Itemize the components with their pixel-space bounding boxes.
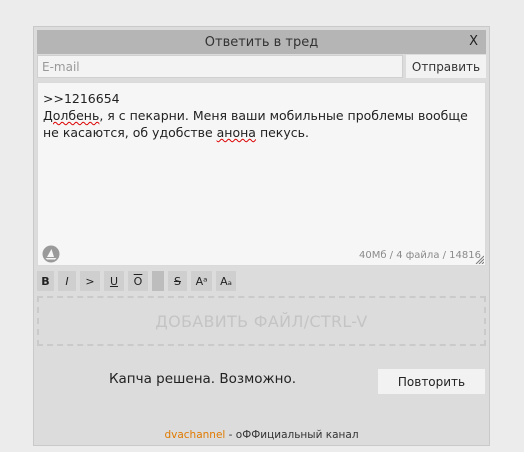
message-line-3-pre: не касаются, об удобстве (43, 125, 217, 140)
superscript-button[interactable]: Aᵃ (191, 271, 212, 291)
captcha-status: Капча решена. Возможно. (108, 371, 297, 387)
dialog-titlebar[interactable]: Ответить в тред X (37, 30, 486, 54)
bold-button[interactable]: B (37, 271, 54, 291)
email-field[interactable] (37, 55, 403, 78)
send-button[interactable]: Отправить (406, 55, 486, 78)
close-icon[interactable]: X (469, 34, 478, 49)
quote-button[interactable]: > (80, 271, 100, 291)
message-line-3-post: пекусь. (255, 125, 309, 140)
footer: dvachannel - оФФициальный канал (34, 429, 489, 441)
file-dropzone[interactable]: ДОБАВИТЬ ФАЙЛ/CTRL-V (37, 296, 486, 346)
upload-counter: 40Мб / 4 файла / 14816 (358, 250, 481, 261)
spoiler-button[interactable] (152, 271, 164, 291)
misspelled-word: анона (216, 125, 256, 140)
message-line-1: >>1216654 (43, 91, 120, 106)
dialog-title: Ответить в тред (204, 34, 319, 50)
message-line-2-rest: , я с пекарни. Меня ваши мобильные пробл… (99, 108, 468, 123)
message-textarea[interactable]: >>1216654 Долбень, я с пекарни. Меня ваш… (37, 82, 486, 266)
misspelled-word: Долбень (43, 108, 100, 123)
retry-button[interactable]: Повторить (378, 369, 485, 394)
message-line-3: не касаются, об удобстве анона пекусь. (43, 124, 475, 141)
subscript-button[interactable]: Aₐ (216, 271, 236, 291)
footer-text: - оФФициальный канал (225, 429, 359, 441)
resize-handle-icon[interactable] (474, 254, 484, 264)
underline-button[interactable]: U (104, 271, 124, 291)
message-text: >>1216654 Долбень, я с пекарни. Меня ваш… (43, 90, 475, 141)
strike-button[interactable]: S (168, 271, 187, 291)
overline-button[interactable]: O (128, 271, 148, 291)
format-toolbar: B I > U O S Aᵃ Aₐ (37, 271, 236, 291)
message-line-2: Долбень, я с пекарни. Меня ваши мобильны… (43, 107, 475, 124)
reply-dialog: Ответить в тред X Отправить >>1216654 До… (33, 26, 490, 446)
sail-icon[interactable] (42, 245, 60, 263)
italic-button[interactable]: I (58, 271, 76, 291)
footer-channel-link[interactable]: dvachannel (164, 429, 225, 441)
